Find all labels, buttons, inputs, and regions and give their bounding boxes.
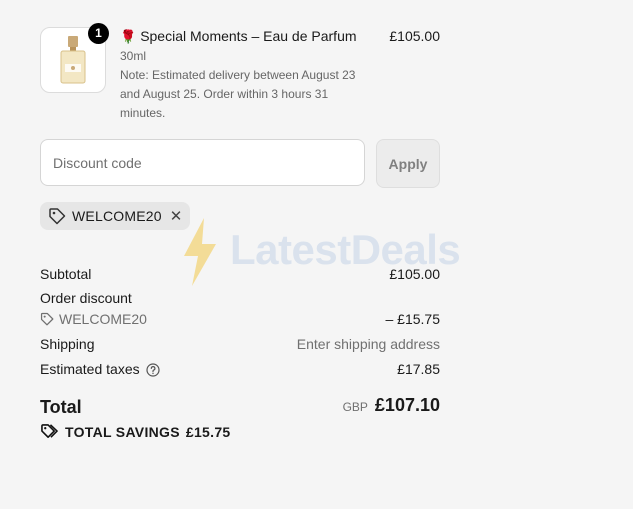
product-variant: 30ml (120, 49, 147, 63)
total-row: Total GBP £107.10 (40, 395, 440, 419)
total-savings: TOTAL SAVINGS £15.75 (40, 423, 231, 440)
quantity-badge: 1 (88, 23, 109, 44)
perfume-bottle-image (60, 36, 86, 84)
product-title: 🌹 Special Moments – Eau de Parfum (120, 27, 365, 46)
taxes-label-wrap: Estimated taxes (40, 360, 160, 378)
total-savings-value: £15.75 (185, 423, 231, 440)
remove-discount-icon[interactable]: ✕ (170, 209, 183, 224)
order-discount-code: WELCOME20 (40, 310, 147, 328)
tag-icon (40, 312, 54, 326)
order-discount-code-text: WELCOME20 (59, 311, 147, 327)
subtotal-label: Subtotal (40, 266, 92, 282)
tag-icon (49, 208, 66, 225)
taxes-value: £17.85 (397, 361, 440, 377)
applied-discount-tag: WELCOME20 ✕ (40, 202, 191, 230)
total-label: Total (40, 397, 82, 417)
taxes-label: Estimated taxes (40, 361, 140, 377)
discount-code-input[interactable] (40, 139, 365, 186)
total-amount: GBP £107.10 (343, 395, 440, 416)
help-circle-icon[interactable] (146, 363, 160, 377)
applied-discount-code: WELCOME20 (72, 208, 162, 224)
total-value: £107.10 (374, 395, 440, 415)
line-item: 1 🌹 Special Moments – Eau de Parfum 30ml … (40, 23, 440, 127)
discount-form: Apply (40, 139, 440, 188)
shipping-value: Enter shipping address (296, 336, 440, 352)
rose-icon: 🌹 (120, 29, 137, 44)
line-item-price: £105.00 (389, 28, 440, 44)
order-discount-label: Order discount (40, 290, 132, 306)
total-savings-label: TOTAL SAVINGS (65, 423, 180, 440)
product-info: 🌹 Special Moments – Eau de Parfum 30ml No… (120, 27, 365, 123)
apply-discount-button[interactable]: Apply (376, 139, 440, 188)
delivery-note: Note: Estimated delivery between August … (120, 68, 356, 120)
product-title-text: Special Moments – Eau de Parfum (140, 28, 357, 44)
subtotal-value: £105.00 (389, 266, 440, 282)
total-currency: GBP (342, 400, 368, 414)
tags-icon (41, 424, 58, 438)
order-discount-value: – £15.75 (385, 311, 441, 327)
shipping-label: Shipping (40, 336, 95, 352)
